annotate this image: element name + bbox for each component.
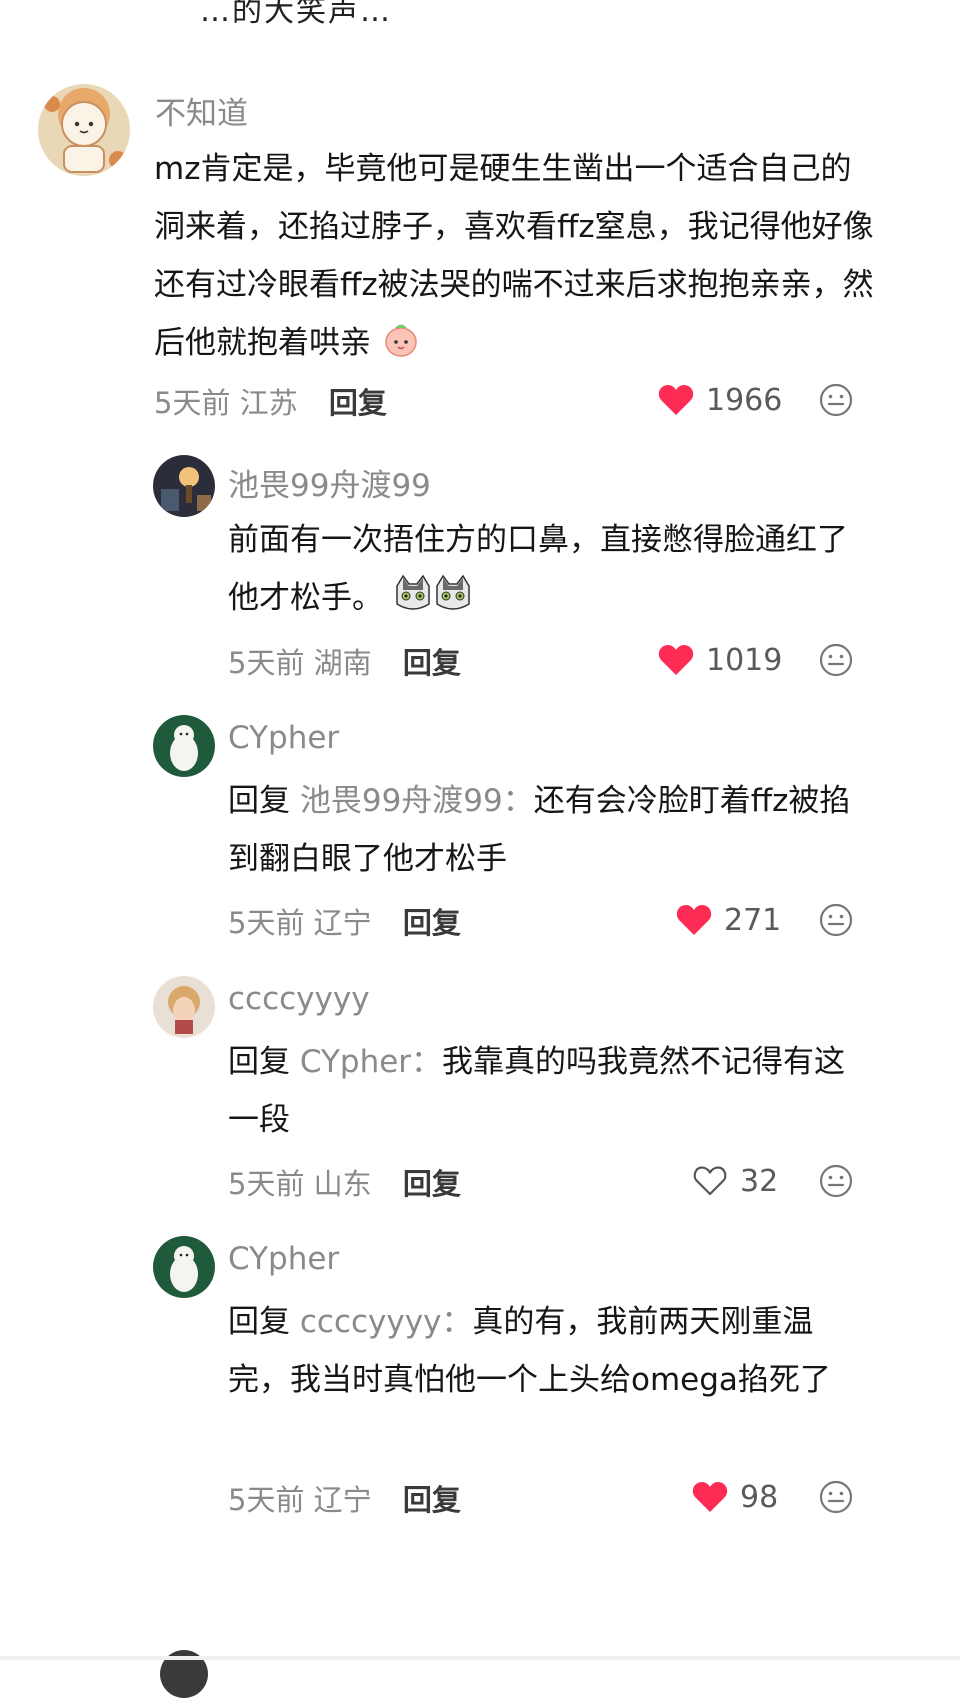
comment-meta: 5天前 山东 回复 [228, 1161, 461, 1203]
comment-text: 回复 ccccyyyy：真的有，我前两天刚重温完，我当时真怕他一个上头给omeg… [228, 1293, 868, 1409]
comment-body: mz肯定是，毕竟他可是硬生生凿出一个适合自己的洞来着，还掐过脖子，喜欢看ffz窒… [154, 151, 874, 361]
comment-location: 辽宁 [313, 1483, 372, 1517]
comment-text: 前面有一次捂住方的口鼻，直接憋得脸通红了他才松手。 [228, 511, 868, 633]
cat-emoji-icon [393, 574, 473, 633]
avatar-image [153, 455, 215, 517]
comment-meta: 5天前 江苏 回复 [154, 380, 387, 422]
previous-comment-fragment: …的大笑声… [200, 0, 392, 29]
comment-text: 回复 池畏99舟渡99：还有会冷脸盯着ffz被掐到翻白眼了他才松手 [228, 772, 868, 888]
reply-target-username[interactable]: ccccyyyy： [300, 1304, 473, 1340]
emoji-face-icon[interactable] [818, 902, 854, 938]
like-button[interactable]: 1019 [658, 640, 782, 680]
reply-button[interactable]: 回复 [403, 1483, 461, 1517]
avatar[interactable] [153, 1236, 215, 1298]
like-button[interactable]: 1966 [658, 380, 782, 420]
divider [0, 1656, 960, 1660]
heart-icon [658, 644, 694, 676]
reply-prefix: 回复 [228, 1304, 290, 1340]
comment-time: 5天前 [154, 386, 231, 420]
avatar[interactable] [153, 455, 215, 517]
avatar-image [38, 84, 130, 176]
username[interactable]: CYpher [228, 720, 339, 756]
username[interactable]: ccccyyyy [228, 981, 370, 1017]
emoji-face-icon[interactable] [818, 642, 854, 678]
heart-icon [676, 904, 712, 936]
like-button[interactable]: 98 [692, 1477, 778, 1517]
username[interactable]: 池畏99舟渡99 [228, 460, 431, 505]
reply-prefix: 回复 [228, 783, 290, 819]
comment-body: 前面有一次捂住方的口鼻，直接憋得脸通红了他才松手。 [228, 522, 848, 616]
heart-icon [658, 384, 694, 416]
like-button[interactable]: 32 [692, 1161, 778, 1201]
comment-text: 回复 CYpher：我靠真的吗我竟然不记得有这一段 [228, 1033, 868, 1149]
reply-prefix: 回复 [228, 1044, 290, 1080]
comment-location: 江苏 [239, 386, 298, 420]
reply-target-username[interactable]: 池畏99舟渡99： [300, 783, 534, 819]
comment-location: 辽宁 [313, 906, 372, 940]
comment-time: 5天前 [228, 1167, 305, 1201]
like-count: 1966 [706, 382, 783, 418]
comment-location: 山东 [313, 1167, 372, 1201]
emoji-face-icon[interactable] [818, 1479, 854, 1515]
avatar[interactable] [153, 715, 215, 777]
reply-button[interactable]: 回复 [403, 646, 461, 680]
heart-outline-icon [692, 1165, 728, 1197]
like-count: 271 [724, 902, 782, 938]
comment-location: 湖南 [313, 646, 372, 680]
comment-text: mz肯定是，毕竟他可是硬生生凿出一个适合自己的洞来着，还掐过脖子，喜欢看ffz窒… [154, 140, 874, 378]
avatar[interactable] [153, 976, 215, 1038]
username[interactable]: 不知道 [155, 88, 248, 133]
reply-button[interactable]: 回复 [403, 1167, 461, 1201]
comment-time: 5天前 [228, 1483, 305, 1517]
reply-button[interactable]: 回复 [403, 906, 461, 940]
peach-emoji-icon [381, 319, 421, 378]
avatar[interactable] [38, 84, 130, 176]
reply-target-username[interactable]: CYpher： [300, 1044, 442, 1080]
emoji-face-icon[interactable] [818, 1163, 854, 1199]
avatar-image [153, 715, 215, 777]
username[interactable]: CYpher [228, 1241, 339, 1277]
comment-meta: 5天前 辽宁 回复 [228, 1477, 461, 1519]
avatar-image [153, 976, 215, 1038]
comment-time: 5天前 [228, 646, 305, 680]
like-count: 98 [740, 1479, 779, 1515]
heart-icon [692, 1481, 728, 1513]
like-count: 1019 [706, 642, 783, 678]
reply-button[interactable]: 回复 [329, 386, 387, 420]
emoji-face-icon[interactable] [818, 382, 854, 418]
like-count: 32 [740, 1163, 779, 1199]
avatar-image [153, 1236, 215, 1298]
like-button[interactable]: 271 [676, 900, 781, 940]
comment-time: 5天前 [228, 906, 305, 940]
comment-meta: 5天前 湖南 回复 [228, 640, 461, 682]
comment-meta: 5天前 辽宁 回复 [228, 900, 461, 942]
